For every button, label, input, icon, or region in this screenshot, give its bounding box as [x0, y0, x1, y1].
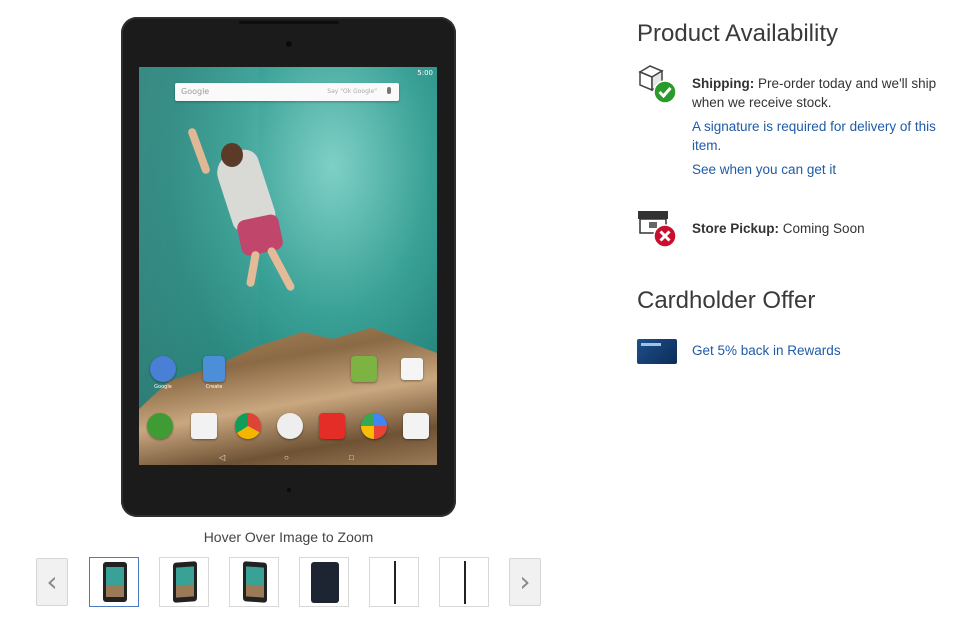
tablet-screen: 5:00 Google Say "Ok Google" Google Creat…	[139, 67, 437, 465]
play-store-icon	[401, 358, 423, 380]
thumbnail-next-button[interactable]: ›	[509, 558, 541, 606]
recents-nav-icon: □	[349, 453, 354, 462]
google-logo: Google	[181, 87, 210, 96]
tablet-sensor	[287, 488, 291, 492]
mic-icon	[387, 87, 391, 94]
tablet-camera	[286, 41, 292, 47]
thumbnail-prev-button[interactable]: ‹	[36, 558, 68, 606]
diver-shorts	[235, 213, 285, 257]
tablet-thumbnail-image	[243, 561, 267, 603]
store-pickup-status: Store Pickup: Coming Soon	[692, 219, 942, 238]
thumbnail-angled-right[interactable]	[229, 557, 279, 607]
shipping-available-icon	[636, 62, 680, 106]
thumbnail-front-screen[interactable]	[89, 557, 139, 607]
android-nav-bar: ◁ ○ □	[139, 451, 437, 465]
back-nav-icon: ◁	[219, 453, 226, 462]
home-nav-icon: ○	[284, 453, 289, 462]
tablet-edge-thumbnail-image	[394, 561, 396, 604]
create-app-icon	[203, 356, 225, 382]
zoom-hint: Hover Over Image to Zoom	[203, 529, 374, 545]
youtube-icon	[319, 413, 345, 439]
availability-heading: Product Availability	[637, 20, 838, 47]
chrome-icon	[235, 413, 261, 439]
camera-app-icon	[403, 413, 429, 439]
app-drawer-icon	[277, 413, 303, 439]
diver-head	[221, 143, 243, 167]
calendar-app-icon	[351, 356, 377, 382]
thumbnail-side-edge-1[interactable]	[369, 557, 419, 607]
google-search-widget: Google Say "Ok Google"	[175, 83, 399, 101]
tablet-speaker	[239, 21, 339, 24]
gmail-icon	[191, 413, 217, 439]
diver-leg	[266, 245, 296, 293]
shipping-label: Shipping:	[692, 76, 755, 91]
google-app-icon	[150, 356, 176, 382]
credit-card-icon	[637, 339, 677, 364]
shipping-status: Shipping: Pre-order today and we'll ship…	[692, 74, 942, 112]
tablet-edge-thumbnail-image	[464, 561, 466, 604]
app-label-create: Create	[205, 384, 223, 390]
photos-icon	[361, 413, 387, 439]
tablet-thumbnail-image	[173, 561, 197, 603]
cardholder-offer-heading: Cardholder Offer	[637, 287, 816, 314]
thumbnail-side-edge-2[interactable]	[439, 557, 489, 607]
tablet-back-thumbnail-image	[311, 562, 339, 603]
rewards-offer-link[interactable]: Get 5% back in Rewards	[692, 341, 942, 360]
pickup-label: Store Pickup:	[692, 221, 780, 236]
see-when-link[interactable]: See when you can get it	[692, 160, 942, 179]
hangouts-icon	[147, 413, 173, 439]
store-pickup-unavailable-icon	[636, 206, 680, 250]
product-main-image[interactable]: 5:00 Google Say "Ok Google" Google Creat…	[121, 17, 456, 517]
app-label-google: Google	[154, 384, 172, 390]
ok-google-hint: Say "Ok Google"	[327, 88, 377, 95]
thumbnail-angled-left[interactable]	[159, 557, 209, 607]
thumbnail-back-view[interactable]	[299, 557, 349, 607]
status-time: 5:00	[417, 69, 433, 77]
pickup-text: Coming Soon	[779, 221, 865, 236]
signature-required-link[interactable]: A signature is required for delivery of …	[692, 117, 942, 155]
tablet-thumbnail-image	[103, 562, 127, 602]
